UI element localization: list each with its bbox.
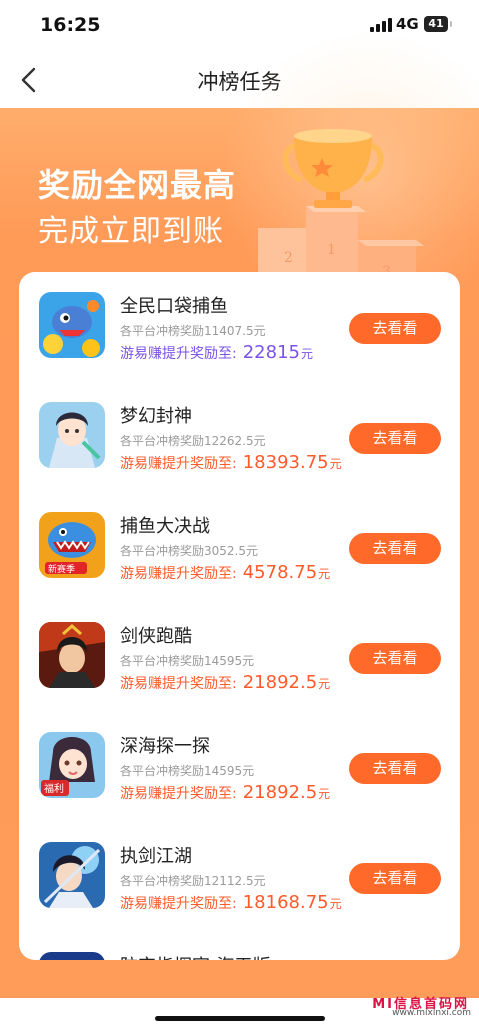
list-item: 梦幻封神 各平台冲榜奖励12262.5元 游易赚提升奖励至: 18393.75元 … <box>19 382 460 492</box>
game-name: 执剑江湖 <box>120 846 192 867</box>
game-name: 剑侠跑酷 <box>120 626 192 647</box>
game-name: 防空指挥官-海天版 <box>120 952 271 960</box>
base-reward: 各平台冲榜奖励11407.5元 <box>120 324 266 338</box>
list-item: 新赛季 捕鱼大决战 各平台冲榜奖励3052.5元 游易赚提升奖励至: 4578.7… <box>19 492 460 602</box>
boost-unit: 元 <box>318 567 331 581</box>
boost-amount: 18168.75 <box>242 892 329 913</box>
go-view-button[interactable]: 去看看 <box>349 753 441 784</box>
new-season-badge: 新赛季 <box>48 563 75 575</box>
game-icon-sword-parkour[interactable] <box>39 622 105 688</box>
list-item: 执剑江湖 各平台冲榜奖励12112.5元 游易赚提升奖励至: 18168.75元 … <box>19 822 460 932</box>
game-icon-fishing-pocket[interactable] <box>39 292 105 358</box>
game-name: 深海探一探 <box>120 736 210 757</box>
go-view-button[interactable]: 去看看 <box>349 533 441 564</box>
list-item: 防空指挥官-海天版 <box>19 932 460 960</box>
game-name: 全民口袋捕鱼 <box>120 296 228 317</box>
boost-unit: 元 <box>329 457 342 471</box>
status-time: 16:25 <box>40 14 101 36</box>
boost-label: 游易赚提升奖励至: <box>120 346 237 362</box>
boosted-reward: 游易赚提升奖励至: 21892.5元 <box>120 672 330 693</box>
welfare-badge: 福利 <box>44 782 64 795</box>
base-reward: 各平台冲榜奖励14595元 <box>120 764 255 778</box>
boosted-reward: 游易赚提升奖励至: 18393.75元 <box>120 452 342 473</box>
boost-unit: 元 <box>318 787 331 801</box>
boosted-reward: 游易赚提升奖励至: 18168.75元 <box>120 892 342 913</box>
boost-unit: 元 <box>329 897 342 911</box>
podium-number-2: 2 <box>284 250 293 266</box>
boost-amount: 21892.5 <box>242 672 318 693</box>
go-view-button[interactable]: 去看看 <box>349 643 441 674</box>
game-icon-fishing-battle[interactable]: 新赛季 <box>39 512 105 578</box>
boosted-reward: 游易赚提升奖励至: 22815元 <box>120 342 313 363</box>
game-icon-fantasy-gods[interactable] <box>39 402 105 468</box>
list-item: 福利 深海探一探 各平台冲榜奖励14595元 游易赚提升奖励至: 21892.5元… <box>19 712 460 822</box>
game-name: 捕鱼大决战 <box>120 516 210 537</box>
podium-number-1: 1 <box>327 242 336 258</box>
list-item: 全民口袋捕鱼 各平台冲榜奖励11407.5元 游易赚提升奖励至: 22815元 去… <box>19 272 460 382</box>
base-reward: 各平台冲榜奖励3052.5元 <box>120 544 258 558</box>
game-icon-deep-sea[interactable]: 福利 <box>39 732 105 798</box>
go-view-button[interactable]: 去看看 <box>349 863 441 894</box>
list-item: 剑侠跑酷 各平台冲榜奖励14595元 游易赚提升奖励至: 21892.5元 去看看 <box>19 602 460 712</box>
boost-amount: 18393.75 <box>242 452 329 473</box>
base-reward: 各平台冲榜奖励14595元 <box>120 654 255 668</box>
task-list-card: 全民口袋捕鱼 各平台冲榜奖励11407.5元 游易赚提升奖励至: 22815元 去… <box>19 272 460 960</box>
game-icon-air-defense[interactable] <box>39 952 105 960</box>
boost-unit: 元 <box>318 677 331 691</box>
boost-label: 游易赚提升奖励至: <box>120 896 237 912</box>
base-reward: 各平台冲榜奖励12112.5元 <box>120 874 266 888</box>
base-reward: 各平台冲榜奖励12262.5元 <box>120 434 266 448</box>
home-indicator[interactable] <box>155 1016 325 1021</box>
boost-label: 游易赚提升奖励至: <box>120 676 237 692</box>
boost-label: 游易赚提升奖励至: <box>120 786 237 802</box>
boost-label: 游易赚提升奖励至: <box>120 456 237 472</box>
boost-amount: 4578.75 <box>242 562 318 583</box>
headline-secondary: 完成立即到账 <box>38 214 224 249</box>
trophy-podium-icon: 2 1 3 <box>258 129 424 290</box>
boost-unit: 元 <box>300 347 313 361</box>
boost-label: 游易赚提升奖励至: <box>120 566 237 582</box>
boosted-reward: 游易赚提升奖励至: 21892.5元 <box>120 782 330 803</box>
go-view-button[interactable]: 去看看 <box>349 313 441 344</box>
game-name: 梦幻封神 <box>120 406 192 427</box>
go-view-button[interactable]: 去看看 <box>349 423 441 454</box>
battery-level: 41 <box>428 17 444 30</box>
boost-amount: 22815 <box>242 342 300 363</box>
battery-icon: 41 <box>424 16 452 32</box>
boost-amount: 21892.5 <box>242 782 318 803</box>
game-icon-sword-jianghu[interactable] <box>39 842 105 908</box>
watermark-url: www.mixinxi.com <box>392 1008 471 1018</box>
headline-primary: 奖励全网最高 <box>38 166 237 204</box>
boosted-reward: 游易赚提升奖励至: 4578.75元 <box>120 562 330 583</box>
